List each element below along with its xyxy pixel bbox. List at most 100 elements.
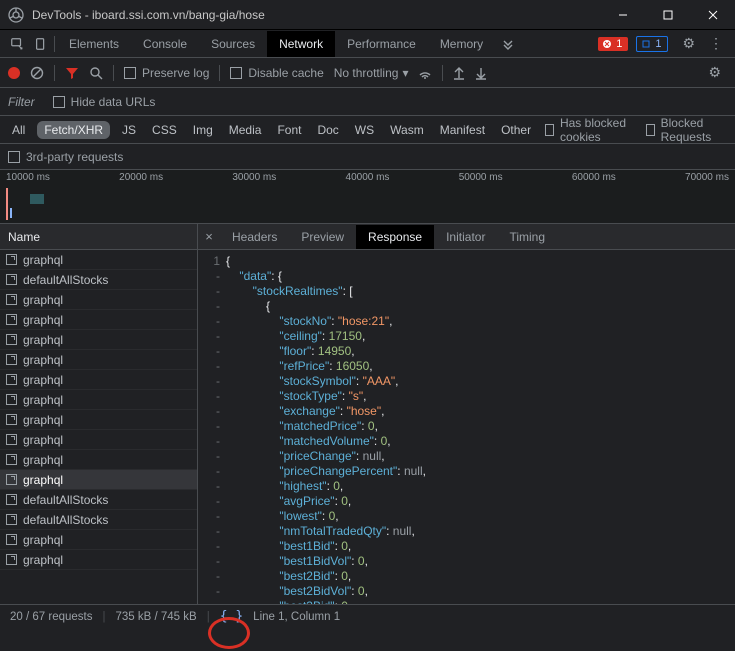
- filter-ws[interactable]: WS: [351, 121, 378, 139]
- detail-tab-headers[interactable]: Headers: [220, 225, 289, 249]
- file-icon: [6, 534, 17, 545]
- more-tabs-chevron-icon[interactable]: [497, 34, 519, 54]
- throttling-select[interactable]: No throttling ▾: [334, 66, 409, 80]
- timeline-tick: 60000 ms: [572, 172, 616, 183]
- export-har-icon[interactable]: [475, 66, 487, 80]
- window-titlebar: DevTools - iboard.ssi.com.vn/bang-gia/ho…: [0, 0, 735, 30]
- request-row[interactable]: graphql: [0, 410, 197, 430]
- filter-input[interactable]: Filter: [8, 95, 35, 109]
- search-icon[interactable]: [89, 66, 103, 80]
- issues-badge[interactable]: 1: [636, 36, 668, 52]
- file-icon: [6, 354, 17, 365]
- detail-tab-preview[interactable]: Preview: [289, 225, 356, 249]
- requests-list[interactable]: graphqldefaultAllStocksgraphqlgraphqlgra…: [0, 250, 197, 604]
- file-icon: [6, 494, 17, 505]
- network-conditions-icon[interactable]: [418, 66, 432, 80]
- response-body[interactable]: 1------------------------ { "data": { "s…: [198, 250, 735, 604]
- status-request-count: 20 / 67 requests: [10, 611, 92, 623]
- request-row[interactable]: graphql: [0, 450, 197, 470]
- filter-fetchxhr[interactable]: Fetch/XHR: [37, 121, 110, 139]
- network-toolbar: Preserve log Disable cache No throttling…: [0, 58, 735, 88]
- request-name: graphql: [23, 353, 63, 367]
- record-button[interactable]: [8, 67, 20, 79]
- inspect-icon[interactable]: [6, 32, 28, 56]
- file-icon: [6, 254, 17, 265]
- request-row[interactable]: defaultAllStocks: [0, 510, 197, 530]
- filter-wasm[interactable]: Wasm: [386, 121, 428, 139]
- hide-data-urls-checkbox[interactable]: Hide data URLs: [53, 95, 156, 109]
- request-name: defaultAllStocks: [23, 273, 108, 287]
- request-row[interactable]: graphql: [0, 250, 197, 270]
- file-icon: [6, 294, 17, 305]
- file-icon: [6, 274, 17, 285]
- filter-row-2: All Fetch/XHR JS CSS Img Media Font Doc WS Wasm Ma…: [0, 116, 735, 144]
- filter-img[interactable]: Img: [189, 121, 217, 139]
- preserve-log-checkbox[interactable]: Preserve log: [124, 66, 209, 80]
- divider: [54, 36, 55, 52]
- request-row[interactable]: graphql: [0, 350, 197, 370]
- request-row[interactable]: defaultAllStocks: [0, 270, 197, 290]
- detail-tab-timing[interactable]: Timing: [497, 225, 557, 249]
- network-settings-gear-icon[interactable]: ⚙: [702, 64, 727, 81]
- devtools-tab-bar: ElementsConsoleSourcesNetworkPerformance…: [0, 30, 735, 58]
- file-icon: [6, 314, 17, 325]
- filter-doc[interactable]: Doc: [313, 121, 342, 139]
- request-name: graphql: [23, 393, 63, 407]
- filter-manifest[interactable]: Manifest: [436, 121, 489, 139]
- request-row[interactable]: defaultAllStocks: [0, 490, 197, 510]
- device-icon[interactable]: [30, 32, 52, 56]
- third-party-checkbox[interactable]: 3rd-party requests: [8, 150, 123, 164]
- blocked-cookies-checkbox[interactable]: Has blocked cookies: [545, 116, 636, 144]
- request-row[interactable]: graphql: [0, 330, 197, 350]
- close-details-icon[interactable]: ×: [198, 229, 220, 244]
- filter-other[interactable]: Other: [497, 121, 535, 139]
- request-row[interactable]: graphql: [0, 390, 197, 410]
- error-badge[interactable]: 1: [598, 37, 628, 51]
- request-row[interactable]: graphql: [0, 370, 197, 390]
- tab-elements[interactable]: Elements: [57, 31, 131, 57]
- pretty-print-button[interactable]: { }: [220, 609, 243, 624]
- filter-row-1: Filter Hide data URLs: [0, 88, 735, 116]
- kebab-menu-icon[interactable]: ⋮: [703, 35, 729, 52]
- settings-gear-icon[interactable]: ⚙: [676, 35, 701, 52]
- request-row[interactable]: graphql: [0, 530, 197, 550]
- timeline-overview[interactable]: 10000 ms20000 ms30000 ms40000 ms50000 ms…: [0, 170, 735, 224]
- filter-media[interactable]: Media: [225, 121, 266, 139]
- requests-column-header[interactable]: Name: [0, 224, 197, 250]
- request-name: graphql: [23, 553, 63, 567]
- detail-tab-initiator[interactable]: Initiator: [434, 225, 497, 249]
- file-icon: [6, 454, 17, 465]
- request-row[interactable]: graphql: [0, 550, 197, 570]
- timeline-tick: 30000 ms: [232, 172, 276, 183]
- blocked-requests-checkbox[interactable]: Blocked Requests: [646, 116, 727, 144]
- window-minimize-button[interactable]: [600, 0, 645, 29]
- detail-tab-response[interactable]: Response: [356, 225, 434, 249]
- chrome-icon: [8, 7, 24, 23]
- disable-cache-checkbox[interactable]: Disable cache: [230, 66, 323, 80]
- window-close-button[interactable]: [690, 0, 735, 29]
- import-har-icon[interactable]: [453, 66, 465, 80]
- window-title: DevTools - iboard.ssi.com.vn/bang-gia/ho…: [32, 8, 600, 22]
- tab-network[interactable]: Network: [267, 31, 335, 57]
- clear-icon[interactable]: [30, 66, 44, 80]
- timeline-tick: 10000 ms: [6, 172, 50, 183]
- request-row[interactable]: graphql: [0, 290, 197, 310]
- request-name: graphql: [23, 253, 63, 267]
- request-name: graphql: [23, 293, 63, 307]
- filter-css[interactable]: CSS: [148, 121, 181, 139]
- window-maximize-button[interactable]: [645, 0, 690, 29]
- file-icon: [6, 374, 17, 385]
- tab-performance[interactable]: Performance: [335, 31, 428, 57]
- request-row[interactable]: graphql: [0, 470, 197, 490]
- filter-all[interactable]: All: [8, 121, 29, 139]
- tab-console[interactable]: Console: [131, 31, 199, 57]
- chevron-down-icon: ▾: [402, 66, 408, 80]
- request-row[interactable]: graphql: [0, 430, 197, 450]
- filter-font[interactable]: Font: [273, 121, 305, 139]
- filter-js[interactable]: JS: [118, 121, 140, 139]
- request-row[interactable]: graphql: [0, 310, 197, 330]
- tab-sources[interactable]: Sources: [199, 31, 267, 57]
- tab-memory[interactable]: Memory: [428, 31, 495, 57]
- filter-icon[interactable]: [65, 66, 79, 80]
- request-name: defaultAllStocks: [23, 513, 108, 527]
